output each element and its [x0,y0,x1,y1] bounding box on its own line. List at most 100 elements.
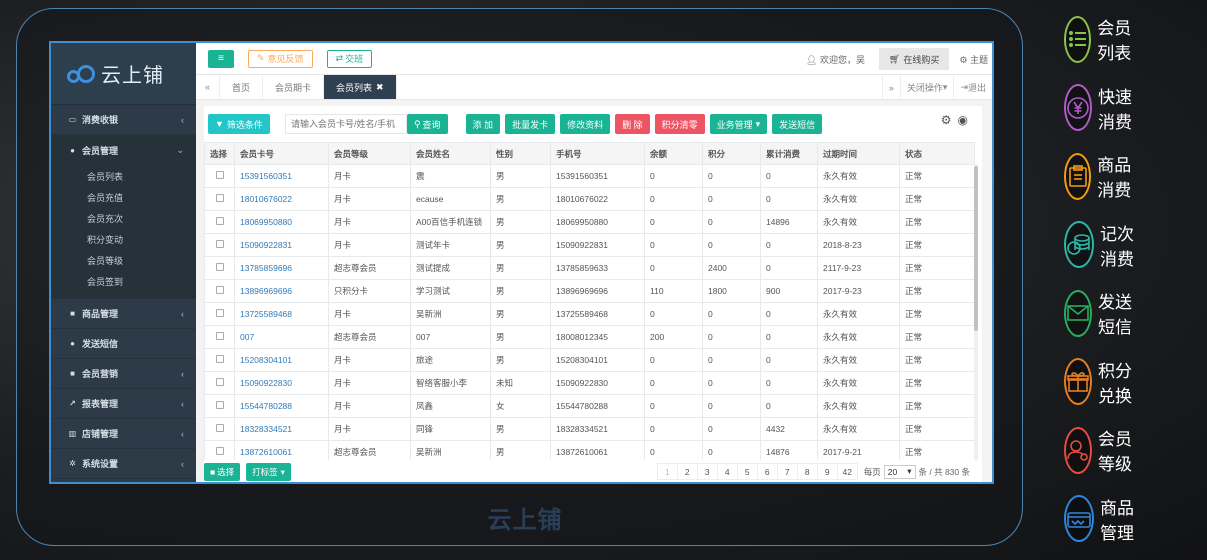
row-checkbox[interactable] [215,309,224,317]
row-checkbox[interactable] [215,194,224,202]
table-row[interactable]: 13872610061 超志尊会员 吴新洲男 13872610061 0 0 14876 20… [204,440,975,460]
table-row[interactable]: 13725589468 月卡 吴新洲男 13725589468 0 0 0 永久有效 正常 [204,302,975,326]
send-sms-button[interactable]: 发送短信 [772,114,823,134]
table-row[interactable]: 15090922830 月卡 智络客服小李 未知 15090922830 0 0 0 永久有效正… [204,371,975,395]
settings-icon[interactable]: ⚙ [941,113,952,127]
column-header[interactable]: 会员等级 [328,142,411,165]
card-number-link[interactable]: 007 [234,325,329,349]
row-checkbox[interactable] [215,171,224,179]
row-checkbox[interactable] [215,217,224,225]
row-checkbox[interactable] [215,286,224,294]
feature-item[interactable]: 会员列表 [1064,14,1134,64]
feature-item[interactable]: 发送短信 [1064,288,1134,338]
card-number-link[interactable]: 18069950880 [234,210,329,234]
per-page-select[interactable]: 20 ▾ [883,464,916,479]
sidebar-item-marketing[interactable]: ■ 会员营销 ‹ [51,359,196,389]
page-4[interactable]: 4 [716,463,738,480]
batch-card-button[interactable]: 批量发卡 [505,114,556,134]
feature-item[interactable]: 积分兑换 [1064,357,1134,407]
feature-item[interactable]: 快速消费 [1064,83,1134,133]
business-dropdown[interactable]: 业务管理 ▾ [709,114,768,134]
card-number-link[interactable]: 18328334521 [234,417,329,441]
logout-button[interactable]: ⇥ 退出 [953,75,992,100]
page-8[interactable]: 8 [796,463,818,480]
sidebar-item-reports[interactable]: ↗ 报表管理 ‹ [51,389,196,419]
card-number-link[interactable]: 15090922830 [234,371,329,395]
row-checkbox[interactable] [215,355,224,363]
feature-item[interactable]: 商品管理 [1064,494,1134,544]
page-7[interactable]: 7 [776,463,798,480]
column-header[interactable]: 积分 [702,142,761,165]
menu-toggle-button[interactable]: ≡ [208,49,234,68]
card-number-link[interactable]: 13725589468 [234,302,329,326]
feature-item[interactable]: 商品消费 [1064,151,1134,201]
page-1[interactable]: 1 [656,463,678,480]
page-9[interactable]: 9 [816,463,838,480]
delete-button[interactable]: 删 除 [615,114,650,134]
table-scrollbar-thumb[interactable] [974,166,978,331]
shift-button[interactable]: ⇄ 交班 [326,49,373,68]
add-button[interactable]: 添 加 [465,114,501,134]
page-2[interactable]: 2 [676,463,698,480]
table-row[interactable]: 15544780288 月卡 凤鑫女 15544780288 0 0 0 永久有效 正常 [204,394,975,418]
table-row[interactable]: 007 超志尊会员 007 男 18008012345 200 0 0 永久有效 正常 [204,325,975,349]
row-checkbox[interactable] [215,401,224,409]
tag-dropdown[interactable]: 打标签 ▾ [246,463,291,481]
column-header[interactable]: 会员卡号 [234,142,329,165]
search-button[interactable]: ⚲ 查询 [406,114,448,134]
card-number-link[interactable]: 15208304101 [234,348,329,372]
clear-points-button[interactable]: 积分清零 [654,114,705,134]
column-header[interactable]: 累计消费 [760,142,818,165]
sidebar-subitem-member-list[interactable]: 会员列表 [51,167,196,188]
sidebar-subitem-levels[interactable]: 会员等级 [51,251,196,272]
page-6[interactable]: 6 [756,463,778,480]
column-header[interactable]: 余额 [644,142,703,165]
sidebar-item-settings[interactable]: ✲ 系统设置 ‹ [51,449,196,479]
sidebar-subitem-signin[interactable]: 会员签到 [51,272,196,293]
filter-button[interactable]: ▼ 筛选条件 [208,114,270,134]
card-number-link[interactable]: 15391560351 [234,164,329,188]
tab-member-list[interactable]: 会员列表 ✖ [324,75,397,99]
feedback-button[interactable]: ✎ 意见反馈 [248,49,313,68]
sidebar-subitem-recharge[interactable]: 会员充值 [51,188,196,209]
sidebar-item-members[interactable]: ● 会员管理 ⌄ [51,135,196,165]
table-row[interactable]: 15090922831 月卡 测试年卡男 15090922831 0 0 0 2018-8-2… [204,233,975,257]
sidebar-item-store[interactable]: ▥ 店铺管理 ‹ [51,419,196,449]
tab-member-card[interactable]: 会员期卡 [263,75,325,99]
row-checkbox[interactable] [215,332,224,340]
tab-home[interactable]: 首页 [220,75,264,99]
buy-online-button[interactable]: 🛒︎ 在线购买 [878,48,950,70]
feature-item[interactable]: 记次消费 [1064,220,1134,270]
row-checkbox[interactable] [215,447,224,455]
row-checkbox[interactable] [215,424,224,432]
tab-scroll-left-button[interactable]: « [196,75,220,99]
eye-icon[interactable]: ◉ [958,113,968,127]
page-5[interactable]: 5 [736,463,758,480]
table-row[interactable]: 18069950880 月卡 A00百信手机连锁男 18069950880 0 0 1489… [204,210,975,234]
sidebar-subitem-times[interactable]: 会员充次 [51,209,196,230]
table-row[interactable]: 18328334521 月卡 同锋男 18328334521 0 0 4432 永久有效 正常 [204,417,975,441]
card-number-link[interactable]: 15090922831 [234,233,329,257]
sidebar-item-products[interactable]: ■ 商品管理 ‹ [51,299,196,329]
column-header[interactable]: 过期时间 [817,142,900,165]
card-number-link[interactable]: 18010676022 [234,187,329,211]
close-operations-dropdown[interactable]: 关闭操作 ▾ [899,75,954,100]
table-row[interactable]: 13896969696 只积分卡 学习测试男 13896969696 110 1800 90… [204,279,975,303]
search-input[interactable] [284,114,407,134]
row-checkbox[interactable] [215,263,224,271]
sidebar-item-checkout[interactable]: ▭ 消费收银 ‹ [51,105,196,135]
card-number-link[interactable]: 13872610061 [234,440,329,460]
column-header[interactable]: 性别 [490,142,551,165]
table-row[interactable]: 13785859696 超志尊会员 测试提成男 13785859633 0 2400 0 21… [204,256,975,280]
close-icon[interactable]: ✖ [376,82,384,93]
table-row[interactable]: 15391560351 月卡震男 15391560351 0 0 0 永久有效 正常 [204,164,975,188]
column-header[interactable]: 手机号 [550,142,645,165]
page-42[interactable]: 42 [836,463,858,480]
page-3[interactable]: 3 [696,463,718,480]
card-number-link[interactable]: 13896969696 [234,279,329,303]
edit-profile-button[interactable]: 修改资料 [560,114,611,134]
table-row[interactable]: 18010676022 月卡 ecause 男 18010676022 0 0 0 永久有效 正常 [204,187,975,211]
sidebar-subitem-points[interactable]: 积分变动 [51,230,196,251]
card-number-link[interactable]: 13785859696 [234,256,329,280]
table-row[interactable]: 15208304101 月卡 旅途男 15208304101 0 0 0 永久有效 正常 [204,348,975,372]
